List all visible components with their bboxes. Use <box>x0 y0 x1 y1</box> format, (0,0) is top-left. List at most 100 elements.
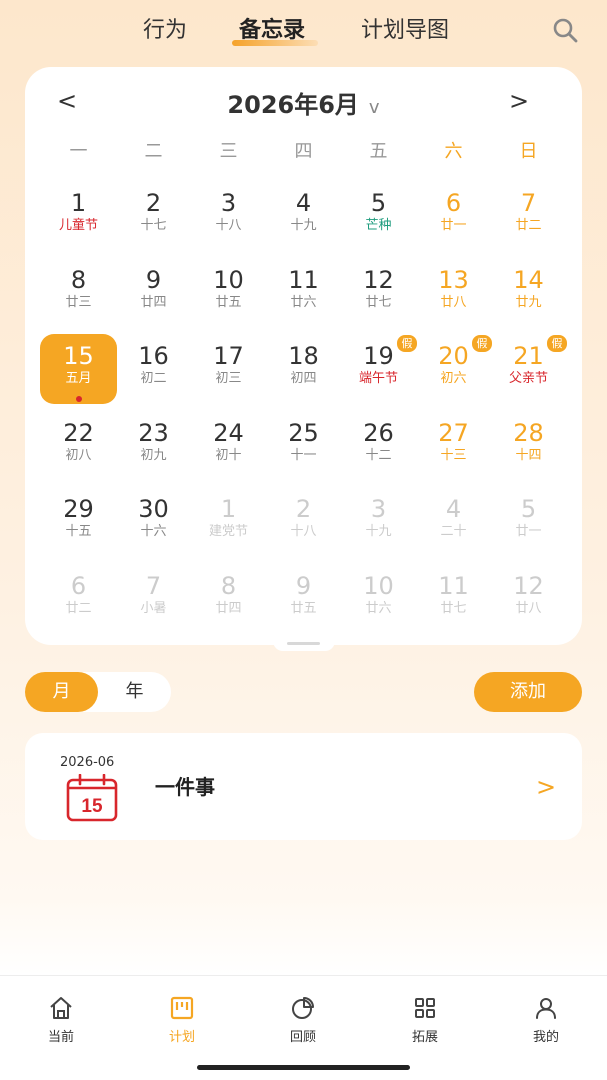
calendar-day[interactable]: 9 廿五 <box>266 566 341 643</box>
lunar-label: 廿五 <box>290 600 317 616</box>
nav-review[interactable]: 回顾 <box>263 994 343 1045</box>
lunar-label: 十八 <box>290 524 317 539</box>
day-number: 7 <box>145 571 162 600</box>
calendar-day[interactable]: 10 廿五 <box>191 260 266 337</box>
calendar-day[interactable]: 7 廿二 <box>491 183 566 260</box>
calendar-day[interactable]: 2 十七 <box>116 183 191 260</box>
day-number: 11 <box>438 571 469 600</box>
lunar-label: 廿一 <box>515 524 542 539</box>
day-number: 30 <box>138 495 169 523</box>
day-number: 23 <box>138 418 169 447</box>
lunar-label: 初八 <box>65 447 92 463</box>
lunar-label: 建党节 <box>208 524 248 539</box>
day-number: 10 <box>363 571 394 600</box>
day-number: 4 <box>445 495 462 523</box>
user-icon <box>536 998 556 1019</box>
calendar-day[interactable]: 8 廿四 <box>191 566 266 643</box>
nav-current[interactable]: 当前 <box>21 994 101 1045</box>
calendar-day[interactable]: 12 廿七 <box>341 260 416 337</box>
home-indicator <box>197 1065 410 1070</box>
day-number: 26 <box>363 418 394 447</box>
lunar-label: 小暑 <box>140 600 167 616</box>
calendar-day[interactable]: 28 十四 <box>491 413 566 490</box>
lunar-label: 十六 <box>140 524 167 539</box>
calendar-week-row: 22 初八 23 初九 24 初十 25 十一 26 十二 27 十三 28 十四 <box>41 413 566 490</box>
calendar-day-selected[interactable]: 15 五月 <box>40 334 117 413</box>
calendar-day[interactable]: 22 初八 <box>41 413 116 490</box>
day-number: 11 <box>288 265 319 294</box>
calendar-day[interactable]: 10 廿六 <box>341 566 416 643</box>
weekday-label: 三 <box>219 141 238 162</box>
calendar-day[interactable]: 3 十九 <box>341 489 416 566</box>
day-number: 7 <box>520 189 537 217</box>
weekday-label: 日 <box>519 141 538 162</box>
calendar-day[interactable]: 6 廿二 <box>41 566 116 643</box>
month-picker[interactable]: 2026年6月 v <box>25 85 582 120</box>
calendar-day[interactable]: 26 十二 <box>341 413 416 490</box>
lunar-label: 廿七 <box>440 600 467 616</box>
calendar-day[interactable]: 18 初四 <box>266 336 341 413</box>
calendar-day[interactable]: 16 初二 <box>116 336 191 413</box>
calendar-day[interactable]: 20 初六假 <box>416 335 492 413</box>
calendar-day[interactable]: 19 端午节假 <box>341 335 417 413</box>
calendar-day[interactable]: 5 廿一 <box>491 489 566 566</box>
tab-plan-map[interactable]: 计划导图 <box>361 12 449 44</box>
drag-handle[interactable] <box>287 642 320 645</box>
calendar-week-row: 1 儿童节 2 十七 3 十八 4 十九 5 芒种 6 廿一 7 廿二 <box>41 183 566 260</box>
day-number: 4 <box>295 189 312 217</box>
toggle-year[interactable]: 年 <box>98 672 171 712</box>
tab-behavior[interactable]: 行为 <box>143 12 187 44</box>
calendar-day[interactable]: 1 儿童节 <box>41 183 116 260</box>
calendar-card: < 2026年6月 v > 一 二 三 四 五 六 日 1 儿童节 2 十七 3 十八 4 十九… <box>25 67 582 645</box>
calendar-day[interactable]: 12 廿八 <box>491 566 566 643</box>
calendar-day[interactable]: 3 十八 <box>191 183 266 260</box>
calendar-day[interactable]: 4 二十 <box>416 489 491 566</box>
day-number: 1 <box>220 495 237 523</box>
calendar-day[interactable]: 13 廿八 <box>416 260 491 337</box>
nav-mine[interactable]: 我的 <box>506 994 586 1045</box>
calendar-day[interactable]: 30 十六 <box>116 489 191 566</box>
search-icon[interactable] <box>551 16 579 44</box>
day-number: 14 <box>513 265 544 294</box>
calendar-day[interactable]: 24 初十 <box>191 413 266 490</box>
calendar-day[interactable]: 23 初九 <box>116 413 191 490</box>
day-number: 22 <box>63 418 94 447</box>
calendar-day[interactable]: 27 十三 <box>416 413 491 490</box>
day-number: 29 <box>63 495 94 523</box>
next-month-button[interactable]: > <box>509 87 529 115</box>
lunar-label: 十三 <box>440 447 467 463</box>
calendar-day[interactable]: 4 十九 <box>266 183 341 260</box>
calendar-day[interactable]: 17 初三 <box>191 336 266 413</box>
add-button[interactable]: 添加 <box>474 672 582 712</box>
memo-list-item[interactable]: 2026-06 15 一件事 > <box>25 733 582 840</box>
active-tab-indicator <box>232 40 318 46</box>
calendar-day[interactable]: 11 廿六 <box>266 260 341 337</box>
nav-plan[interactable]: 计划 <box>142 994 222 1045</box>
plan-board-icon <box>170 996 194 1020</box>
calendar-day[interactable]: 2 十八 <box>266 489 341 566</box>
calendar-day[interactable]: 9 廿四 <box>116 260 191 337</box>
lunar-label: 十九 <box>365 524 392 539</box>
lunar-label: 十八 <box>215 218 242 233</box>
calendar-day[interactable]: 29 十五 <box>41 489 116 566</box>
calendar-day[interactable]: 21 父亲节假 <box>491 335 567 413</box>
toggle-month[interactable]: 月 <box>25 672 98 712</box>
lunar-label: 儿童节 <box>58 218 98 233</box>
day-number: 9 <box>295 571 312 600</box>
calendar-day[interactable]: 7 小暑 <box>116 566 191 643</box>
calendar-day[interactable]: 5 芒种 <box>341 183 416 260</box>
calendar-day[interactable]: 11 廿七 <box>416 566 491 643</box>
event-dot <box>76 396 82 402</box>
calendar-day[interactable]: 14 廿九 <box>491 260 566 337</box>
lunar-label: 廿二 <box>515 218 542 233</box>
nav-extend[interactable]: 拓展 <box>385 994 465 1045</box>
calendar-day[interactable]: 8 廿三 <box>41 260 116 337</box>
day-number: 25 <box>288 418 319 447</box>
calendar-day[interactable]: 6 廿一 <box>416 183 491 260</box>
calendar-day[interactable]: 25 十一 <box>266 413 341 490</box>
calendar-week-row: 29 十五 30 十六 1 建党节 2 十八 3 十九 4 二十 5 廿一 <box>41 489 566 566</box>
day-number: 13 <box>438 265 469 294</box>
day-number: 12 <box>363 265 394 294</box>
calendar-day[interactable]: 1 建党节 <box>191 489 266 566</box>
holiday-badge: 假 <box>547 335 567 352</box>
